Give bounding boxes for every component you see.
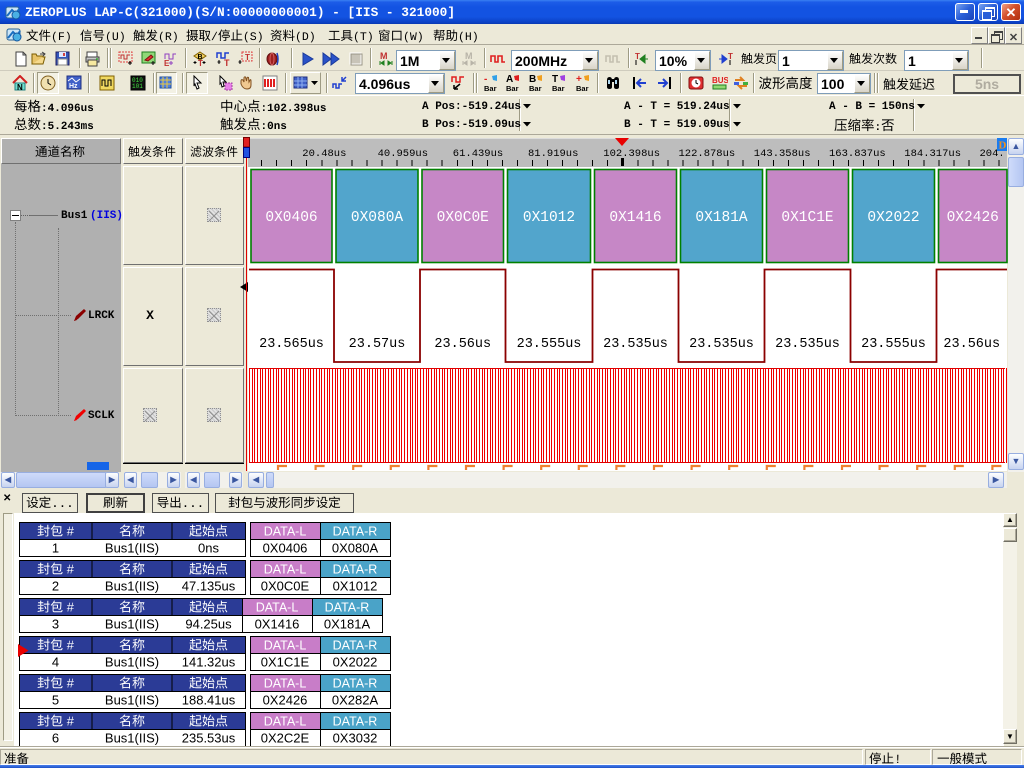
svg-text:47.135us: 47.135us xyxy=(182,579,236,594)
svg-text:0X0C0E: 0X0C0E xyxy=(261,579,310,594)
svg-text:DATA-R: DATA-R xyxy=(333,525,378,539)
svg-text:0X080A: 0X080A xyxy=(332,541,379,556)
svg-text:0X2426: 0X2426 xyxy=(263,693,308,708)
svg-text:6: 6 xyxy=(52,731,59,746)
svg-text:0X0406: 0X0406 xyxy=(263,541,308,556)
svg-text:5: 5 xyxy=(52,693,59,708)
svg-text:0X1C1E: 0X1C1E xyxy=(261,655,310,670)
svg-text:DATA-L: DATA-L xyxy=(264,715,307,729)
svg-text:0X282A: 0X282A xyxy=(332,693,379,708)
svg-text:235.53us: 235.53us xyxy=(182,731,236,746)
svg-text:DATA-R: DATA-R xyxy=(333,639,378,653)
svg-text:2: 2 xyxy=(52,579,59,594)
svg-text:DATA-L: DATA-L xyxy=(264,639,307,653)
svg-text:94.25us: 94.25us xyxy=(185,617,232,632)
svg-text:DATA-R: DATA-R xyxy=(325,601,370,615)
svg-text:DATA-R: DATA-R xyxy=(333,715,378,729)
svg-text:0X2022: 0X2022 xyxy=(333,655,378,670)
svg-text:Bus1(IIS): Bus1(IIS) xyxy=(105,693,159,708)
svg-text:1: 1 xyxy=(52,541,59,556)
svg-text:188.41us: 188.41us xyxy=(182,693,236,708)
svg-text:DATA-L: DATA-L xyxy=(264,563,307,577)
svg-text:0X1416: 0X1416 xyxy=(255,617,300,632)
svg-text:DATA-L: DATA-L xyxy=(256,601,299,615)
svg-text:4: 4 xyxy=(52,655,59,670)
svg-text:0ns: 0ns xyxy=(198,541,219,556)
svg-text:0X1012: 0X1012 xyxy=(333,579,378,594)
svg-text:141.32us: 141.32us xyxy=(182,655,236,670)
svg-text:DATA-R: DATA-R xyxy=(333,677,378,691)
svg-text:DATA-L: DATA-L xyxy=(264,677,307,691)
svg-text:3: 3 xyxy=(52,617,59,632)
svg-text:Bus1(IIS): Bus1(IIS) xyxy=(105,579,159,594)
svg-text:0X2C2E: 0X2C2E xyxy=(261,731,310,746)
svg-text:Bus1(IIS): Bus1(IIS) xyxy=(105,731,159,746)
svg-text:DATA-R: DATA-R xyxy=(333,563,378,577)
svg-text:0X181A: 0X181A xyxy=(324,617,371,632)
svg-text:Bus1(IIS): Bus1(IIS) xyxy=(105,655,159,670)
svg-text:Bus1(IIS): Bus1(IIS) xyxy=(105,541,159,556)
svg-text:Bus1(IIS): Bus1(IIS) xyxy=(105,617,159,632)
svg-text:DATA-L: DATA-L xyxy=(264,525,307,539)
svg-text:0X3032: 0X3032 xyxy=(333,731,378,746)
